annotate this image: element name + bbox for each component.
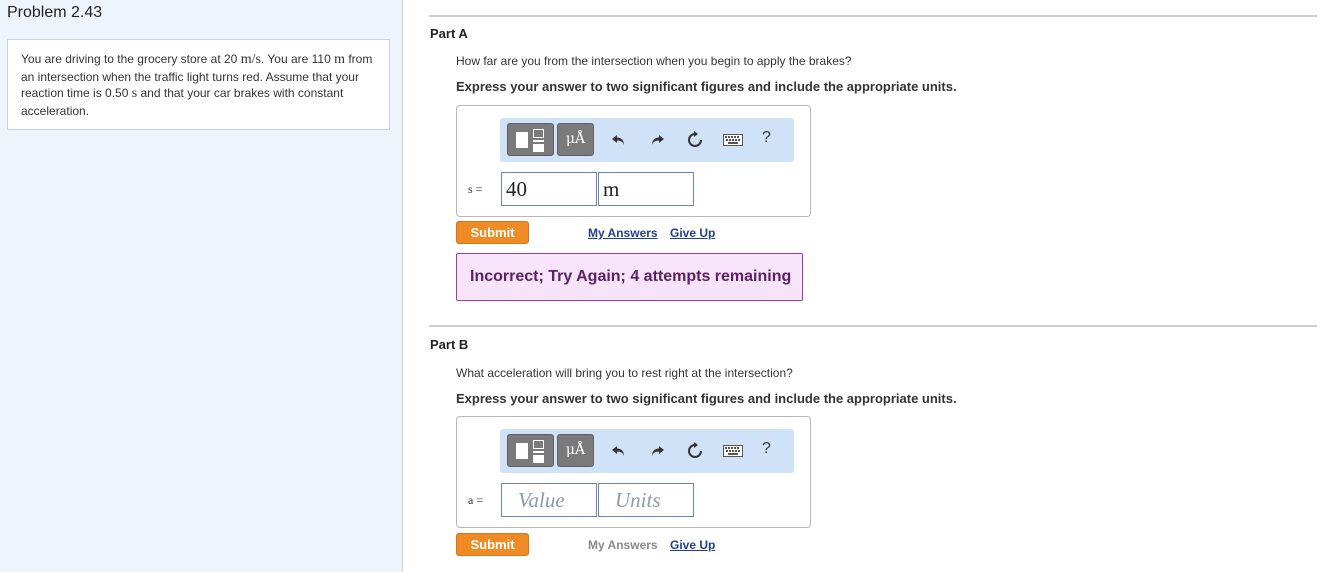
- keyboard-icon[interactable]: [722, 440, 744, 462]
- units-button[interactable]: μÅ: [557, 123, 594, 156]
- math-toolbar: μÅ ?: [500, 429, 794, 473]
- template-icon: [516, 132, 528, 148]
- redo-icon[interactable]: [646, 440, 668, 462]
- part-a-label: Part A: [430, 26, 468, 41]
- keyboard-icon[interactable]: [722, 129, 744, 151]
- part-b-answer-box: μÅ ? a = Value Units: [456, 416, 811, 528]
- submit-button[interactable]: Submit: [456, 221, 529, 244]
- submit-button[interactable]: Submit: [456, 533, 529, 556]
- help-button[interactable]: ?: [762, 129, 771, 147]
- value-input[interactable]: Value: [501, 483, 597, 517]
- unit-speed: m/s: [240, 52, 261, 67]
- part-a-divider: [429, 15, 1317, 17]
- my-answers-link[interactable]: My Answers: [588, 226, 658, 240]
- problem-panel: Problem 2.43 You are driving to the groc…: [0, 0, 403, 572]
- problem-statement: You are driving to the grocery store at …: [7, 39, 390, 130]
- templates-button[interactable]: [507, 123, 554, 156]
- variable-label: s =: [468, 182, 483, 196]
- give-up-link[interactable]: Give Up: [670, 538, 715, 552]
- feedback-message: Incorrect; Try Again; 4 attempts remaini…: [456, 253, 803, 301]
- undo-icon[interactable]: [608, 129, 630, 151]
- variable-label: a =: [468, 493, 484, 507]
- value-input[interactable]: 40: [501, 172, 597, 206]
- part-b-divider: [429, 325, 1317, 327]
- help-button[interactable]: ?: [762, 440, 771, 458]
- part-a-instruction: Express your answer to two significant f…: [456, 79, 957, 94]
- math-toolbar: μÅ ?: [500, 118, 794, 162]
- templates-button[interactable]: [507, 434, 554, 467]
- undo-icon[interactable]: [608, 440, 630, 462]
- problem-title: Problem 2.43: [7, 4, 103, 21]
- part-b-instruction: Express your answer to two significant f…: [456, 391, 957, 406]
- my-answers-link: My Answers: [588, 538, 658, 552]
- reset-icon[interactable]: [684, 129, 706, 151]
- units-input[interactable]: Units: [598, 483, 694, 517]
- unit-meters: m: [334, 52, 345, 67]
- part-b-question: What acceleration will bring you to rest…: [456, 366, 793, 380]
- redo-icon[interactable]: [646, 129, 668, 151]
- problem-text: You are driving to the grocery store at …: [21, 52, 241, 66]
- part-a-question: How far are you from the intersection wh…: [456, 54, 852, 68]
- units-button[interactable]: μÅ: [557, 434, 594, 467]
- problem-text: . You are 110: [260, 52, 335, 66]
- template-icon: [516, 443, 528, 459]
- part-a-answer-box: μÅ ? s = 40 m: [456, 105, 811, 217]
- units-input[interactable]: m: [598, 172, 694, 206]
- give-up-link[interactable]: Give Up: [670, 226, 715, 240]
- part-b-label: Part B: [430, 337, 469, 352]
- reset-icon[interactable]: [684, 440, 706, 462]
